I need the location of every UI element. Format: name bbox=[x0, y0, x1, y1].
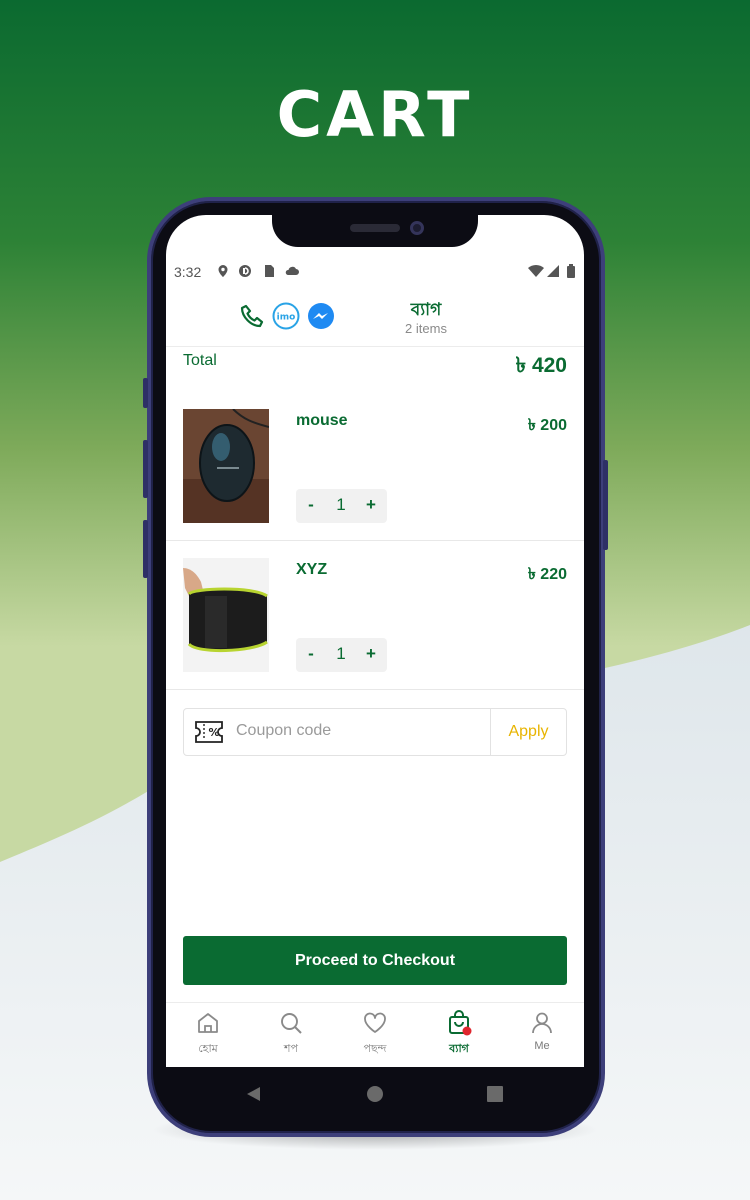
wifi-icon bbox=[528, 264, 544, 277]
tab-label: ব্যাগ bbox=[449, 1043, 469, 1055]
tab-shop[interactable]: শপ bbox=[251, 1010, 331, 1059]
quantity-stepper: - 1 + bbox=[296, 638, 387, 672]
tab-favorites[interactable]: পছন্দ bbox=[335, 1010, 415, 1059]
apply-coupon-button[interactable]: Apply bbox=[490, 709, 566, 755]
home-icon bbox=[198, 1013, 218, 1033]
search-icon bbox=[281, 1013, 302, 1034]
quantity-value: 1 bbox=[336, 495, 346, 514]
increase-quantity-button[interactable]: + bbox=[364, 644, 378, 664]
bag-icon bbox=[449, 1010, 472, 1036]
promo-title: CART bbox=[276, 78, 474, 151]
signal-icon bbox=[547, 265, 559, 277]
messenger-icon[interactable] bbox=[307, 302, 335, 330]
phone-camera bbox=[410, 221, 424, 235]
cart-item: mouse ৳ 200 - 1 + bbox=[166, 392, 584, 542]
tab-home[interactable]: হোম bbox=[168, 1010, 248, 1059]
header-divider bbox=[166, 346, 584, 347]
product-name: mouse bbox=[296, 412, 348, 429]
phone-side-button bbox=[143, 378, 148, 408]
sim-card-icon bbox=[265, 265, 274, 277]
recents-icon[interactable] bbox=[486, 1085, 504, 1103]
total-value: ৳ 420 bbox=[515, 354, 567, 377]
location-icon bbox=[218, 265, 228, 277]
heart-icon bbox=[364, 1012, 386, 1033]
proceed-to-checkout-button[interactable]: Proceed to Checkout bbox=[183, 936, 567, 985]
item-divider bbox=[166, 689, 584, 690]
quantity-stepper: - 1 + bbox=[296, 489, 387, 523]
tab-label: পছন্দ bbox=[363, 1043, 387, 1055]
product-price: ৳ 200 bbox=[527, 417, 567, 434]
notification-badge bbox=[462, 1026, 472, 1036]
tab-label: শপ bbox=[284, 1043, 298, 1055]
phone-icon[interactable] bbox=[238, 302, 266, 330]
back-icon[interactable] bbox=[244, 1085, 262, 1103]
product-name: XYZ bbox=[296, 561, 328, 578]
coupon-box: % Coupon code Apply bbox=[183, 708, 567, 756]
tab-label: Me bbox=[534, 1040, 550, 1052]
cloud-icon bbox=[285, 266, 299, 275]
decrease-quantity-button[interactable]: - bbox=[304, 495, 318, 515]
imo-icon-text: imo bbox=[277, 313, 296, 323]
data-saver-icon bbox=[239, 265, 251, 277]
increase-quantity-button[interactable]: + bbox=[364, 495, 378, 515]
phone-power-button bbox=[603, 460, 608, 550]
tab-label: হোম bbox=[198, 1043, 218, 1055]
phone-volume-down bbox=[143, 520, 148, 578]
tab-bar-divider bbox=[166, 1002, 584, 1003]
coupon-code-input[interactable]: Coupon code bbox=[236, 722, 331, 740]
cart-item: XYZ ৳ 220 - 1 + bbox=[166, 541, 584, 691]
decrease-quantity-button[interactable]: - bbox=[304, 644, 318, 664]
phone-speaker bbox=[350, 224, 400, 232]
imo-icon[interactable]: imo bbox=[272, 302, 300, 330]
product-price: ৳ 220 bbox=[527, 566, 567, 583]
phone-volume-up bbox=[143, 440, 148, 498]
product-image-mouse[interactable] bbox=[183, 409, 269, 523]
system-nav-bar bbox=[166, 1067, 584, 1125]
item-count: 2 items bbox=[405, 321, 447, 336]
product-image-xyz[interactable] bbox=[183, 558, 269, 672]
home-nav-icon[interactable] bbox=[366, 1085, 384, 1103]
tab-bag[interactable]: ব্যাগ bbox=[419, 1010, 499, 1059]
quantity-value: 1 bbox=[336, 644, 346, 663]
user-icon bbox=[532, 1012, 552, 1034]
status-bar: 3:32 bbox=[174, 262, 579, 282]
coupon-ticket-icon: % bbox=[195, 721, 223, 743]
status-time: 3:32 bbox=[174, 264, 202, 280]
tab-me[interactable]: Me bbox=[502, 1010, 582, 1052]
svg-text:%: % bbox=[208, 726, 219, 739]
total-label: Total bbox=[183, 352, 217, 369]
battery-icon bbox=[567, 264, 575, 278]
